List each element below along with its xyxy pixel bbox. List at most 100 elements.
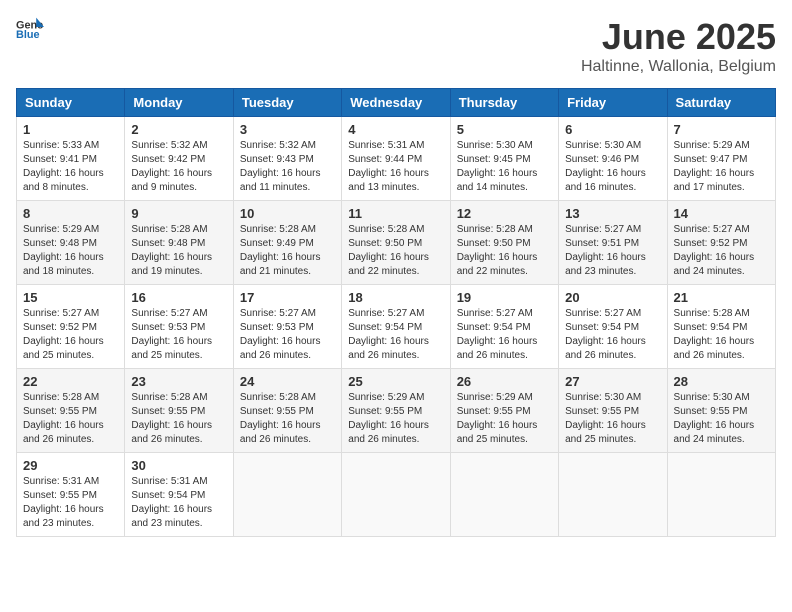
day-number: 3 bbox=[240, 122, 335, 137]
day-info: Sunrise: 5:28 AM Sunset: 9:49 PM Dayligh… bbox=[240, 224, 321, 277]
calendar-table: Sunday Monday Tuesday Wednesday Thursday… bbox=[16, 88, 776, 537]
day-info: Sunrise: 5:27 AM Sunset: 9:51 PM Dayligh… bbox=[565, 224, 646, 277]
svg-text:Blue: Blue bbox=[16, 29, 40, 38]
table-row bbox=[450, 453, 558, 537]
day-info: Sunrise: 5:29 AM Sunset: 9:55 PM Dayligh… bbox=[457, 392, 538, 445]
day-number: 12 bbox=[457, 206, 552, 221]
day-number: 20 bbox=[565, 290, 660, 305]
day-number: 25 bbox=[348, 374, 443, 389]
day-number: 18 bbox=[348, 290, 443, 305]
day-number: 6 bbox=[565, 122, 660, 137]
table-row: 7 Sunrise: 5:29 AM Sunset: 9:47 PM Dayli… bbox=[667, 117, 775, 201]
calendar-week-row: 15 Sunrise: 5:27 AM Sunset: 9:52 PM Dayl… bbox=[17, 285, 776, 369]
table-row: 9 Sunrise: 5:28 AM Sunset: 9:48 PM Dayli… bbox=[125, 201, 233, 285]
day-number: 2 bbox=[131, 122, 226, 137]
table-row: 11 Sunrise: 5:28 AM Sunset: 9:50 PM Dayl… bbox=[342, 201, 450, 285]
table-row: 15 Sunrise: 5:27 AM Sunset: 9:52 PM Dayl… bbox=[17, 285, 125, 369]
table-row: 1 Sunrise: 5:33 AM Sunset: 9:41 PM Dayli… bbox=[17, 117, 125, 201]
table-row: 8 Sunrise: 5:29 AM Sunset: 9:48 PM Dayli… bbox=[17, 201, 125, 285]
day-info: Sunrise: 5:29 AM Sunset: 9:48 PM Dayligh… bbox=[23, 224, 104, 277]
day-number: 19 bbox=[457, 290, 552, 305]
table-row: 3 Sunrise: 5:32 AM Sunset: 9:43 PM Dayli… bbox=[233, 117, 341, 201]
title-area: June 2025 Haltinne, Wallonia, Belgium bbox=[581, 16, 776, 76]
table-row: 29 Sunrise: 5:31 AM Sunset: 9:55 PM Dayl… bbox=[17, 453, 125, 537]
day-info: Sunrise: 5:28 AM Sunset: 9:48 PM Dayligh… bbox=[131, 224, 212, 277]
table-row: 12 Sunrise: 5:28 AM Sunset: 9:50 PM Dayl… bbox=[450, 201, 558, 285]
day-number: 28 bbox=[674, 374, 769, 389]
day-number: 22 bbox=[23, 374, 118, 389]
day-info: Sunrise: 5:28 AM Sunset: 9:55 PM Dayligh… bbox=[240, 392, 321, 445]
day-info: Sunrise: 5:30 AM Sunset: 9:46 PM Dayligh… bbox=[565, 140, 646, 193]
table-row: 30 Sunrise: 5:31 AM Sunset: 9:54 PM Dayl… bbox=[125, 453, 233, 537]
day-number: 9 bbox=[131, 206, 226, 221]
table-row: 19 Sunrise: 5:27 AM Sunset: 9:54 PM Dayl… bbox=[450, 285, 558, 369]
day-info: Sunrise: 5:31 AM Sunset: 9:54 PM Dayligh… bbox=[131, 476, 212, 529]
col-wednesday: Wednesday bbox=[342, 89, 450, 117]
day-info: Sunrise: 5:27 AM Sunset: 9:54 PM Dayligh… bbox=[348, 308, 429, 361]
day-number: 21 bbox=[674, 290, 769, 305]
day-info: Sunrise: 5:30 AM Sunset: 9:55 PM Dayligh… bbox=[565, 392, 646, 445]
table-row: 28 Sunrise: 5:30 AM Sunset: 9:55 PM Dayl… bbox=[667, 369, 775, 453]
day-number: 13 bbox=[565, 206, 660, 221]
calendar-week-row: 8 Sunrise: 5:29 AM Sunset: 9:48 PM Dayli… bbox=[17, 201, 776, 285]
day-number: 26 bbox=[457, 374, 552, 389]
table-row: 25 Sunrise: 5:29 AM Sunset: 9:55 PM Dayl… bbox=[342, 369, 450, 453]
col-thursday: Thursday bbox=[450, 89, 558, 117]
day-number: 17 bbox=[240, 290, 335, 305]
calendar-week-row: 29 Sunrise: 5:31 AM Sunset: 9:55 PM Dayl… bbox=[17, 453, 776, 537]
header: General Blue June 2025 Haltinne, Walloni… bbox=[16, 16, 776, 76]
day-number: 30 bbox=[131, 458, 226, 473]
day-info: Sunrise: 5:27 AM Sunset: 9:52 PM Dayligh… bbox=[23, 308, 104, 361]
day-number: 10 bbox=[240, 206, 335, 221]
table-row: 2 Sunrise: 5:32 AM Sunset: 9:42 PM Dayli… bbox=[125, 117, 233, 201]
table-row: 5 Sunrise: 5:30 AM Sunset: 9:45 PM Dayli… bbox=[450, 117, 558, 201]
day-info: Sunrise: 5:28 AM Sunset: 9:50 PM Dayligh… bbox=[457, 224, 538, 277]
calendar-week-row: 22 Sunrise: 5:28 AM Sunset: 9:55 PM Dayl… bbox=[17, 369, 776, 453]
table-row bbox=[233, 453, 341, 537]
day-info: Sunrise: 5:28 AM Sunset: 9:55 PM Dayligh… bbox=[23, 392, 104, 445]
calendar-week-row: 1 Sunrise: 5:33 AM Sunset: 9:41 PM Dayli… bbox=[17, 117, 776, 201]
col-friday: Friday bbox=[559, 89, 667, 117]
day-info: Sunrise: 5:33 AM Sunset: 9:41 PM Dayligh… bbox=[23, 140, 104, 193]
table-row bbox=[559, 453, 667, 537]
table-row: 17 Sunrise: 5:27 AM Sunset: 9:53 PM Dayl… bbox=[233, 285, 341, 369]
day-number: 16 bbox=[131, 290, 226, 305]
table-row bbox=[667, 453, 775, 537]
calendar-header-row: Sunday Monday Tuesday Wednesday Thursday… bbox=[17, 89, 776, 117]
col-saturday: Saturday bbox=[667, 89, 775, 117]
table-row: 23 Sunrise: 5:28 AM Sunset: 9:55 PM Dayl… bbox=[125, 369, 233, 453]
day-number: 4 bbox=[348, 122, 443, 137]
day-info: Sunrise: 5:27 AM Sunset: 9:53 PM Dayligh… bbox=[240, 308, 321, 361]
day-info: Sunrise: 5:28 AM Sunset: 9:54 PM Dayligh… bbox=[674, 308, 755, 361]
day-info: Sunrise: 5:29 AM Sunset: 9:55 PM Dayligh… bbox=[348, 392, 429, 445]
day-info: Sunrise: 5:32 AM Sunset: 9:43 PM Dayligh… bbox=[240, 140, 321, 193]
day-info: Sunrise: 5:31 AM Sunset: 9:55 PM Dayligh… bbox=[23, 476, 104, 529]
day-info: Sunrise: 5:28 AM Sunset: 9:50 PM Dayligh… bbox=[348, 224, 429, 277]
day-number: 15 bbox=[23, 290, 118, 305]
table-row: 13 Sunrise: 5:27 AM Sunset: 9:51 PM Dayl… bbox=[559, 201, 667, 285]
day-number: 5 bbox=[457, 122, 552, 137]
day-number: 11 bbox=[348, 206, 443, 221]
day-info: Sunrise: 5:29 AM Sunset: 9:47 PM Dayligh… bbox=[674, 140, 755, 193]
table-row: 27 Sunrise: 5:30 AM Sunset: 9:55 PM Dayl… bbox=[559, 369, 667, 453]
day-info: Sunrise: 5:32 AM Sunset: 9:42 PM Dayligh… bbox=[131, 140, 212, 193]
day-number: 8 bbox=[23, 206, 118, 221]
table-row: 14 Sunrise: 5:27 AM Sunset: 9:52 PM Dayl… bbox=[667, 201, 775, 285]
day-number: 7 bbox=[674, 122, 769, 137]
col-tuesday: Tuesday bbox=[233, 89, 341, 117]
day-number: 27 bbox=[565, 374, 660, 389]
day-number: 23 bbox=[131, 374, 226, 389]
day-number: 14 bbox=[674, 206, 769, 221]
day-info: Sunrise: 5:27 AM Sunset: 9:54 PM Dayligh… bbox=[457, 308, 538, 361]
table-row: 6 Sunrise: 5:30 AM Sunset: 9:46 PM Dayli… bbox=[559, 117, 667, 201]
day-info: Sunrise: 5:30 AM Sunset: 9:45 PM Dayligh… bbox=[457, 140, 538, 193]
logo-icon: General Blue bbox=[16, 16, 44, 38]
day-info: Sunrise: 5:30 AM Sunset: 9:55 PM Dayligh… bbox=[674, 392, 755, 445]
col-monday: Monday bbox=[125, 89, 233, 117]
table-row: 21 Sunrise: 5:28 AM Sunset: 9:54 PM Dayl… bbox=[667, 285, 775, 369]
logo: General Blue bbox=[16, 16, 44, 38]
table-row: 4 Sunrise: 5:31 AM Sunset: 9:44 PM Dayli… bbox=[342, 117, 450, 201]
table-row: 24 Sunrise: 5:28 AM Sunset: 9:55 PM Dayl… bbox=[233, 369, 341, 453]
day-number: 1 bbox=[23, 122, 118, 137]
title-month: June 2025 bbox=[581, 16, 776, 58]
